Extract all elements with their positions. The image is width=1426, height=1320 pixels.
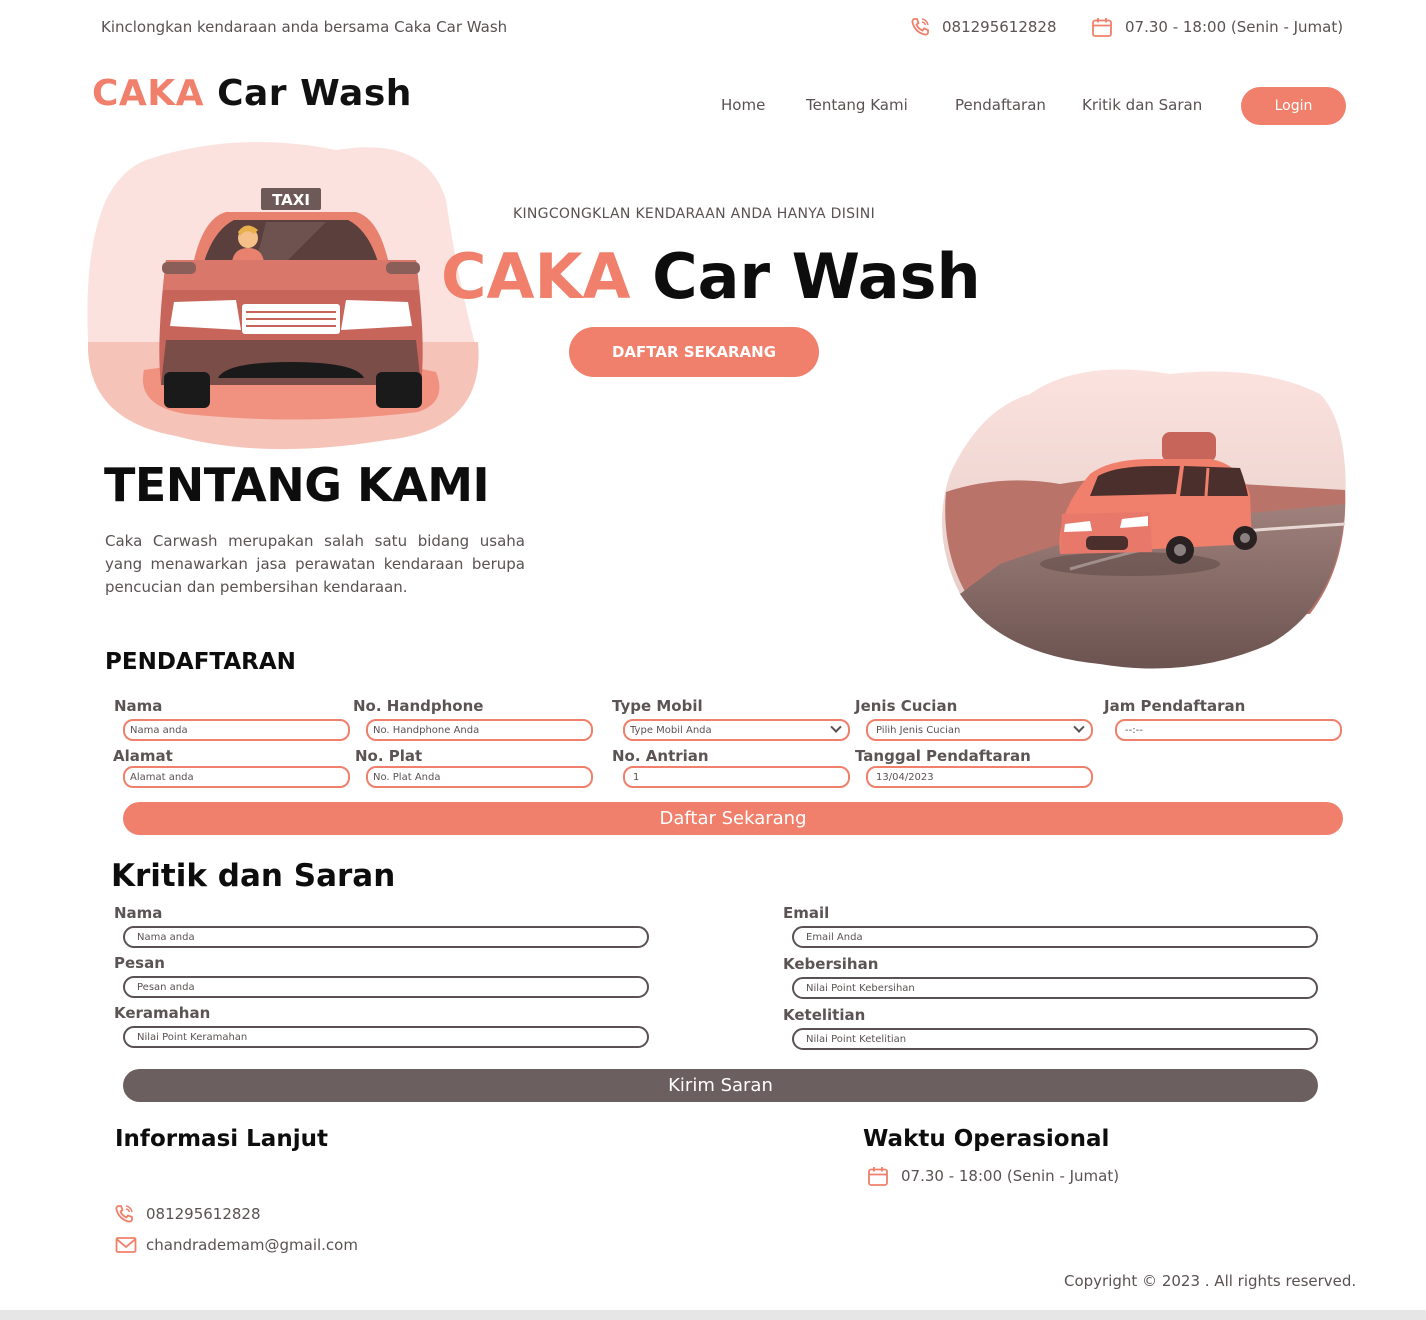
hero-title-accent: CAKA [441, 240, 631, 313]
fb-nama-label: Nama [114, 904, 163, 922]
reg-antrian-input[interactable]: 1 [623, 766, 850, 788]
footer-phone: 081295612828 [146, 1205, 261, 1223]
feedback-submit-button[interactable]: Kirim Saran [123, 1069, 1318, 1102]
chevron-down-icon [1073, 721, 1085, 733]
fb-nama-input[interactable]: Nama anda [123, 926, 649, 948]
nav-pendaftaran[interactable]: Pendaftaran [955, 96, 1046, 114]
reg-type-label: Type Mobil [612, 697, 703, 715]
reg-type-value: Type Mobil Anda [630, 724, 712, 736]
reg-plat-label: No. Plat [355, 747, 423, 765]
footer-hours: 07.30 - 18:00 (Senin - Jumat) [901, 1167, 1120, 1185]
fb-pesan-label: Pesan [114, 954, 165, 972]
reg-tanggal-label: Tanggal Pendaftaran [855, 747, 1031, 765]
reg-jam-input[interactable]: --:-- [1115, 719, 1342, 741]
fb-pesan-input[interactable]: Pesan anda [123, 976, 649, 998]
bottom-scroll-strip [0, 1310, 1426, 1320]
nav-home[interactable]: Home [721, 96, 765, 114]
phone-icon [910, 17, 930, 41]
fb-ketelitian-input[interactable]: Nilai Point Ketelitian [792, 1028, 1318, 1050]
mail-icon [115, 1236, 137, 1258]
reg-hp-label: No. Handphone [353, 697, 484, 715]
reg-jenis-label: Jenis Cucian [855, 697, 958, 715]
hero-cta-button[interactable]: DAFTAR SEKARANG [569, 327, 819, 377]
reg-tanggal-input[interactable]: 13/04/2023 [866, 766, 1093, 788]
reg-jenis-value: Pilih Jenis Cucian [876, 724, 961, 736]
taxi-sign-text: TAXI [272, 191, 310, 209]
hero-title: CAKA Car Wash [441, 240, 981, 313]
login-button[interactable]: Login [1241, 87, 1346, 125]
site-logo[interactable]: CAKA Car Wash [92, 73, 412, 114]
about-text: Caka Carwash merupakan salah satu bidang… [105, 532, 525, 596]
reg-plat-input[interactable]: No. Plat Anda [366, 766, 593, 788]
fb-kebersihan-input[interactable]: Nilai Point Kebersihan [792, 977, 1318, 999]
footer-email[interactable]: chandrademam@gmail.com [146, 1236, 358, 1254]
logo-accent: CAKA [92, 73, 205, 114]
fb-keramahan-input[interactable]: Nilai Point Keramahan [123, 1026, 649, 1048]
footer-hours-title: Waktu Operasional [863, 1126, 1110, 1152]
car-road-illustration [940, 364, 1350, 678]
logo-rest: Car Wash [217, 73, 412, 114]
reg-alamat-label: Alamat [113, 747, 173, 765]
reg-jam-label: Jam Pendaftaran [1104, 697, 1246, 715]
register-submit-button[interactable]: Daftar Sekarang [123, 802, 1343, 835]
fb-kebersihan-label: Kebersihan [783, 955, 879, 973]
taxi-illustration: TAXI [86, 140, 480, 454]
topbar-hours: 07.30 - 18:00 (Senin - Jumat) [1125, 18, 1344, 36]
nav-kritik-saran[interactable]: Kritik dan Saran [1082, 96, 1202, 114]
fb-email-label: Email [783, 904, 830, 922]
fb-keramahan-label: Keramahan [114, 1004, 211, 1022]
nav-tentang-kami[interactable]: Tentang Kami [806, 96, 908, 114]
reg-nama-label: Nama [114, 697, 163, 715]
calendar-icon [867, 1166, 889, 1191]
reg-alamat-input[interactable]: Alamat anda [123, 766, 350, 788]
hero-title-rest: Car Wash [652, 240, 981, 313]
about-title: TENTANG KAMI [104, 458, 490, 512]
reg-nama-input[interactable]: Nama anda [123, 719, 350, 741]
copyright: Copyright © 2023 . All rights reserved. [1064, 1272, 1357, 1290]
fb-email-input[interactable]: Email Anda [792, 926, 1318, 948]
reg-jenis-select[interactable]: Pilih Jenis Cucian [866, 719, 1093, 741]
topbar-phone: 081295612828 [942, 18, 1057, 36]
calendar-icon [1091, 17, 1113, 42]
reg-antrian-label: No. Antrian [612, 747, 709, 765]
topbar-tagline: Kinclongkan kendaraan anda bersama Caka … [101, 18, 508, 36]
feedback-title: Kritik dan Saran [111, 858, 396, 894]
reg-type-select[interactable]: Type Mobil Anda [623, 719, 850, 741]
chevron-down-icon [830, 721, 842, 733]
reg-hp-input[interactable]: No. Handphone Anda [366, 719, 593, 741]
registration-title: PENDAFTARAN [105, 649, 296, 675]
hero-subtitle: KINGCONGKLAN KENDARAAN ANDA HANYA DISINI [513, 206, 875, 222]
fb-ketelitian-label: Ketelitian [783, 1006, 866, 1024]
phone-icon [114, 1204, 134, 1228]
footer-info-title: Informasi Lanjut [115, 1126, 328, 1152]
